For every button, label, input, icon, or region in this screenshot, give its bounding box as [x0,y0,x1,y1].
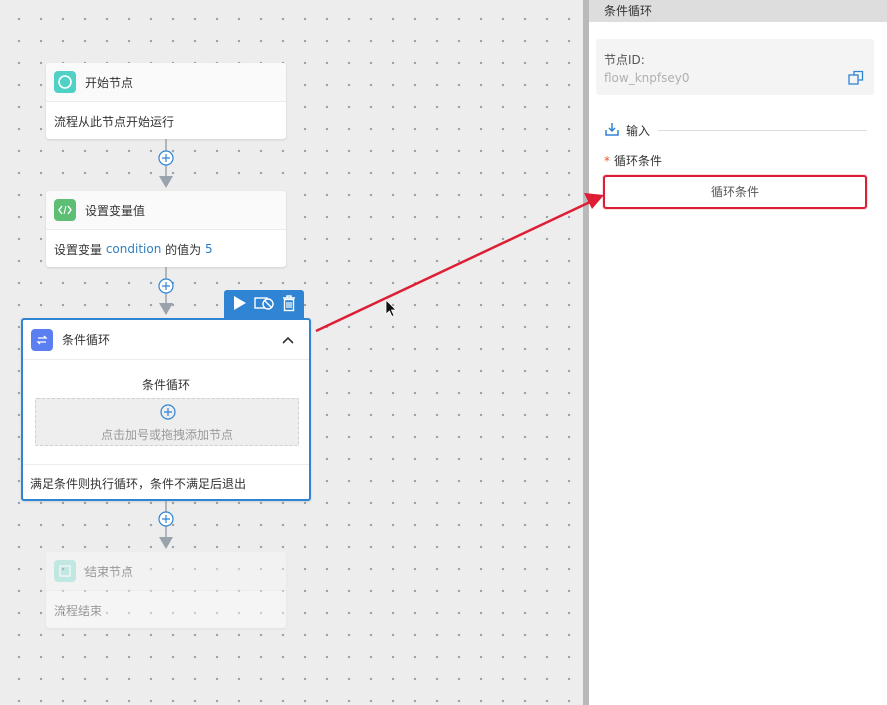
copy-icon[interactable] [848,70,864,86]
connector-1 [158,139,174,188]
properties-panel: 条件循环 节点ID: flow_knpfsey0 输入 * 循环条件 循环条件 [589,0,887,705]
input-section-label: 输入 [626,123,651,138]
connector-2 [158,267,174,315]
input-section-header: 输入 [604,120,867,140]
condition-label-text: 循环条件 [614,154,663,168]
connector-3 [158,501,174,549]
panel-title: 条件循环 [589,0,887,22]
node-id-label: 节点ID: [604,53,645,67]
flow-canvas[interactable]: 开始节点 流程从此节点开始运行 设置变量值 设置变量 condition 的值为… [0,0,583,705]
download-icon [604,121,620,140]
required-asterisk: * [604,154,610,168]
loop-condition-button[interactable]: 循环条件 [603,175,867,209]
condition-field-label: * 循环条件 [604,152,662,169]
section-divider [658,129,867,131]
node-id-box: 节点ID: flow_knpfsey0 [596,39,874,95]
node-id-value: flow_knpfsey0 [604,71,690,85]
flow-connectors [158,139,174,549]
